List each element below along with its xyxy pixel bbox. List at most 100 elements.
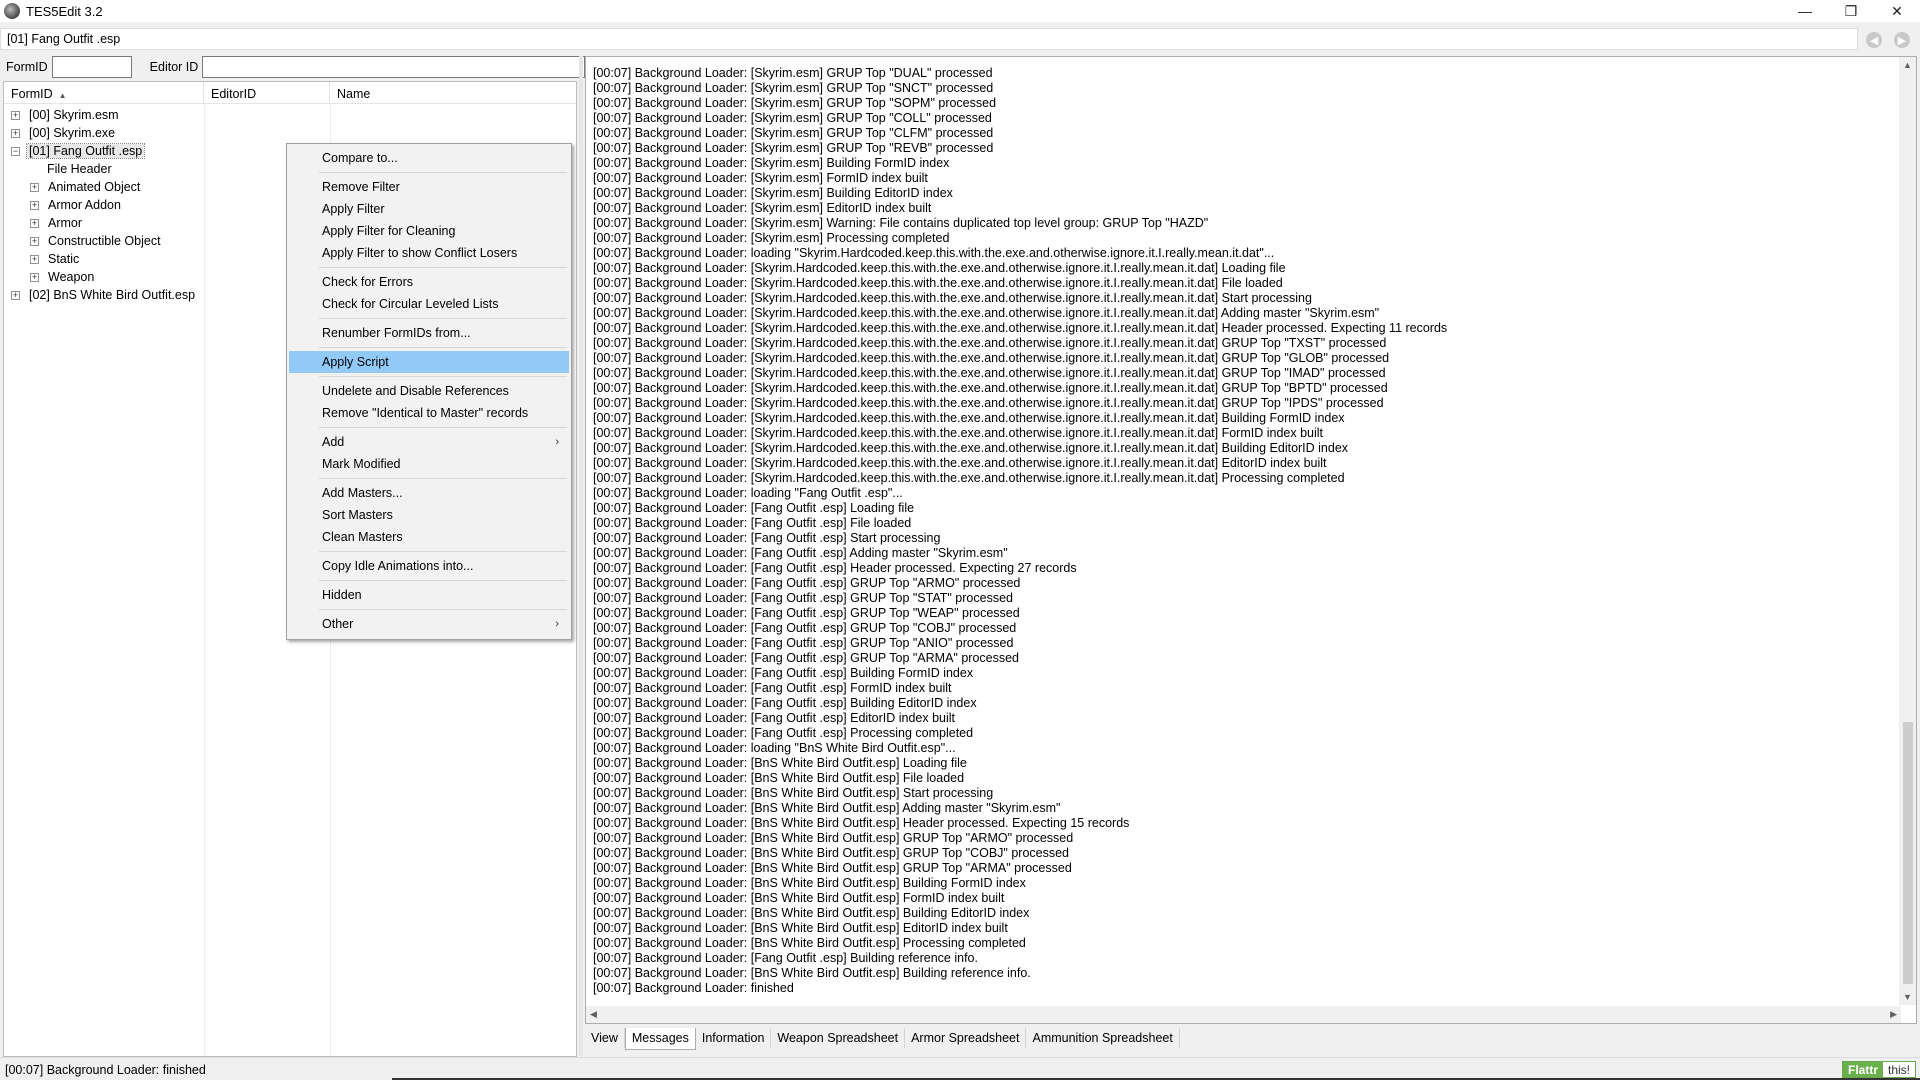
close-button[interactable]: ✕	[1874, 0, 1920, 22]
menu-item-check-errors[interactable]: Check for Errors	[289, 271, 569, 293]
log-line: [00:07] Background Loader: [Skyrim.Hardc…	[593, 411, 1345, 425]
column-formid[interactable]: FormID ▲	[4, 82, 204, 103]
menu-item-undelete-disable[interactable]: Undelete and Disable References	[289, 380, 569, 402]
menu-item-other[interactable]: Other ›	[289, 613, 569, 635]
menu-item-apply-filter-conflict-losers[interactable]: Apply Filter to show Conflict Losers	[289, 242, 569, 264]
log-line: [00:07] Background Loader: [Skyrim.Hardc…	[593, 366, 1386, 380]
bottom-tabs: View Messages Information Weapon Spreads…	[585, 1028, 1180, 1050]
menu-item-apply-filter-cleaning[interactable]: Apply Filter for Cleaning	[289, 220, 569, 242]
back-button[interactable]: ◀	[1866, 32, 1882, 48]
status-text: [00:07] Background Loader: finished	[5, 1063, 206, 1077]
log-line: [00:07] Background Loader: [Fang Outfit …	[593, 606, 1020, 620]
column-editorid[interactable]: EditorID	[204, 82, 330, 103]
tree-row[interactable]: + [00] Skyrim.esm	[4, 106, 576, 124]
scroll-right-icon[interactable]: ▶	[1890, 1009, 1897, 1020]
expand-icon[interactable]: +	[30, 272, 39, 282]
log-line: [00:07] Background Loader: [Skyrim.Hardc…	[593, 381, 1388, 395]
tab-view[interactable]: View	[585, 1028, 625, 1048]
log-line: [00:07] Background Loader: [Fang Outfit …	[593, 951, 978, 965]
log-line: [00:07] Background Loader: [Fang Outfit …	[593, 696, 977, 710]
log-line: [00:07] Background Loader: [Fang Outfit …	[593, 681, 952, 695]
editorid-filter-input[interactable]	[202, 56, 586, 78]
expand-icon[interactable]: +	[30, 254, 39, 264]
formid-filter-label: FormID	[6, 60, 48, 74]
log-line: [00:07] Background Loader: [BnS White Bi…	[593, 966, 1031, 980]
menu-item-clean-masters[interactable]: Clean Masters	[289, 526, 569, 548]
expand-icon[interactable]: +	[30, 236, 39, 246]
log-line: [00:07] Background Loader: [Skyrim.Hardc…	[593, 306, 1380, 320]
menu-item-renumber-formids[interactable]: Renumber FormIDs from...	[289, 322, 569, 344]
menu-item-hidden[interactable]: Hidden	[289, 584, 569, 606]
log-line: [00:07] Background Loader: loading "BnS …	[593, 741, 956, 755]
tree-row[interactable]: + [00] Skyrim.exe	[4, 124, 576, 142]
log-line: [00:07] Background Loader: [Skyrim.esm] …	[593, 171, 928, 185]
log-line: [00:07] Background Loader: [Fang Outfit …	[593, 561, 1077, 575]
tree-row-label: Armor	[48, 216, 83, 230]
scrollbar-thumb[interactable]	[1903, 722, 1913, 984]
log-line: [00:07] Background Loader: [Skyrim.Hardc…	[593, 396, 1384, 410]
menu-item-mark-modified[interactable]: Mark Modified	[289, 453, 569, 475]
tab-weapon-spreadsheet[interactable]: Weapon Spreadsheet	[771, 1028, 906, 1048]
tab-ammunition-spreadsheet[interactable]: Ammunition Spreadsheet	[1026, 1028, 1180, 1048]
menu-item-apply-script[interactable]: Apply Script	[289, 351, 569, 373]
status-bar: [00:07] Background Loader: finished Flat…	[0, 1057, 1920, 1080]
vertical-scrollbar[interactable]: ▲ ▼	[1899, 57, 1916, 1005]
app-icon	[4, 3, 20, 19]
title-bar: TES5Edit 3.2 — ❐ ✕	[0, 0, 1920, 22]
expand-icon[interactable]: +	[30, 182, 39, 192]
menu-separator	[319, 580, 567, 581]
menu-item-copy-idle-animations[interactable]: Copy Idle Animations into...	[289, 555, 569, 577]
tab-messages[interactable]: Messages	[624, 1028, 696, 1050]
log-line: [00:07] Background Loader: [Skyrim.Hardc…	[593, 456, 1327, 470]
menu-item-add-masters[interactable]: Add Masters...	[289, 482, 569, 504]
menu-separator	[319, 347, 567, 348]
minimize-button[interactable]: —	[1782, 0, 1828, 22]
tab-armor-spreadsheet[interactable]: Armor Spreadsheet	[905, 1028, 1027, 1048]
log-line: [00:07] Background Loader: [BnS White Bi…	[593, 906, 1030, 920]
menu-item-apply-filter[interactable]: Apply Filter	[289, 198, 569, 220]
flattr-button[interactable]: Flattr this!	[1841, 1061, 1916, 1078]
tab-information[interactable]: Information	[696, 1028, 772, 1048]
log-line: [00:07] Background Loader: [Skyrim.Hardc…	[593, 471, 1345, 485]
log-line: [00:07] Background Loader: finished	[593, 981, 794, 995]
log-line: [00:07] Background Loader: [BnS White Bi…	[593, 756, 967, 770]
forward-button[interactable]: ▶	[1894, 32, 1910, 48]
window-title: TES5Edit 3.2	[26, 3, 103, 19]
menu-item-sort-masters[interactable]: Sort Masters	[289, 504, 569, 526]
filter-row: FormID Editor ID	[0, 56, 586, 78]
expand-icon[interactable]: +	[30, 218, 39, 228]
scroll-down-icon[interactable]: ▼	[1903, 992, 1912, 1002]
expand-icon[interactable]: +	[30, 200, 39, 210]
tree-row-label: Animated Object	[48, 180, 141, 194]
scroll-up-icon[interactable]: ▲	[1903, 60, 1912, 70]
horizontal-scrollbar[interactable]: ◀ ▶	[586, 1006, 1901, 1023]
expand-icon[interactable]: +	[11, 290, 20, 300]
log-line: [00:07] Background Loader: [Skyrim.esm] …	[593, 111, 992, 125]
submenu-arrow-icon: ›	[555, 436, 559, 448]
log-line: [00:07] Background Loader: [Skyrim.esm] …	[593, 216, 1209, 230]
menu-item-add[interactable]: Add ›	[289, 431, 569, 453]
scroll-left-icon[interactable]: ◀	[590, 1009, 597, 1020]
log-line: [00:07] Background Loader: [Fang Outfit …	[593, 621, 1017, 635]
restore-button[interactable]: ❐	[1828, 0, 1874, 22]
menu-separator	[319, 551, 567, 552]
editorid-filter-label: Editor ID	[149, 60, 199, 74]
column-name[interactable]: Name	[330, 82, 576, 103]
menu-item-remove-itm[interactable]: Remove "Identical to Master" records	[289, 402, 569, 424]
record-path-bar: [01] Fang Outfit .esp	[0, 28, 1858, 50]
expand-icon[interactable]: +	[11, 110, 20, 120]
log-line: [00:07] Background Loader: [Fang Outfit …	[593, 591, 1013, 605]
tree-row-label: Static	[48, 252, 80, 266]
panel-splitter[interactable]	[579, 56, 583, 1056]
menu-item-remove-filter[interactable]: Remove Filter	[289, 176, 569, 198]
menu-separator	[319, 609, 567, 610]
collapse-icon[interactable]: −	[11, 146, 20, 156]
menu-item-check-circular-lists[interactable]: Check for Circular Leveled Lists	[289, 293, 569, 315]
expand-icon[interactable]: +	[11, 128, 20, 138]
menu-separator	[319, 478, 567, 479]
log-line: [00:07] Background Loader: [BnS White Bi…	[593, 876, 1026, 890]
log-line: [00:07] Background Loader: [BnS White Bi…	[593, 786, 994, 800]
formid-filter-input[interactable]	[51, 56, 132, 78]
menu-item-compare-to[interactable]: Compare to...	[289, 147, 569, 169]
log-line: [00:07] Background Loader: [Fang Outfit …	[593, 516, 912, 530]
